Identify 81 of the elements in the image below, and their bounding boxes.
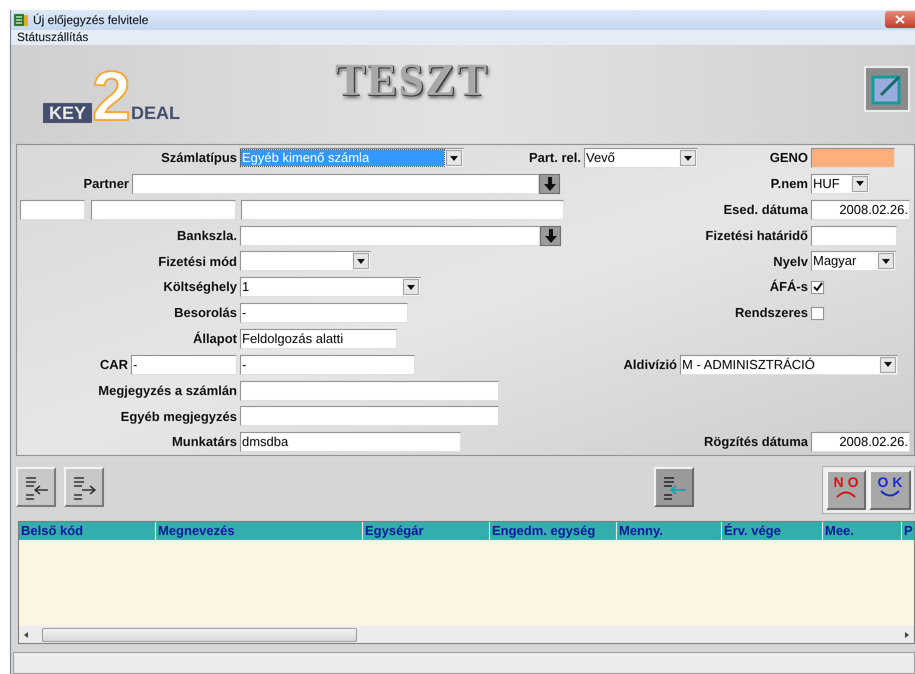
field-label: Nyelv <box>772 252 809 271</box>
text-field[interactable]: - <box>240 303 408 324</box>
window-title: Új előjegyzés felvitele <box>33 12 148 29</box>
edit-box-icon <box>871 73 903 106</box>
column-header[interactable]: Belső kód <box>19 522 155 540</box>
text-field[interactable]: 2008.02.26. <box>811 200 910 220</box>
ok-button[interactable]: OK <box>869 470 911 510</box>
text-field[interactable] <box>240 406 499 426</box>
text-field[interactable] <box>91 200 236 220</box>
toolbar-button[interactable] <box>16 466 56 507</box>
field-label: Besorolás <box>173 304 238 322</box>
dropdown[interactable] <box>240 251 371 272</box>
text-field[interactable] <box>241 200 564 220</box>
close-icon <box>895 15 905 24</box>
page-title: TESZT <box>334 52 488 107</box>
field-label: Rendszeres <box>734 304 809 322</box>
field-label: CAR <box>98 356 129 374</box>
text-field[interactable]: 2008.02.26. <box>811 432 910 452</box>
field-label: Partner <box>82 175 130 194</box>
logo: KEY 2DEAL <box>43 69 180 130</box>
field-label: Számlatípus <box>160 149 238 168</box>
field-label: Fizetési határidő <box>704 226 809 245</box>
field-label: GENO <box>768 149 809 168</box>
dropdown-arrow-icon <box>856 181 864 186</box>
dropdown[interactable]: Magyar <box>811 251 896 272</box>
field-label: P.nem <box>770 175 809 194</box>
column-header[interactable]: Menny. <box>617 522 721 540</box>
field-label: Part. rel. <box>528 149 582 168</box>
column-header[interactable]: Megnevezés <box>156 522 362 540</box>
dropdown-arrow-icon <box>884 362 892 368</box>
column-header[interactable]: Engedm. egység <box>490 522 616 540</box>
dropdown[interactable]: Vevő <box>584 148 698 168</box>
checkbox[interactable] <box>811 306 824 320</box>
field-label: Fizetési mód <box>157 252 238 271</box>
field-label: ÁFÁ-s <box>768 278 809 296</box>
column-header[interactable]: P <box>902 522 914 540</box>
menu-item[interactable]: Státuszállítás <box>17 28 88 46</box>
dropdown-arrow-icon <box>882 258 890 264</box>
field-label: Esed. dátuma <box>722 200 809 219</box>
field-label: Munkatárs <box>170 433 238 452</box>
dropdown-arrow-icon <box>407 284 415 290</box>
field-label: Egyéb megjegyzés <box>120 408 238 426</box>
dropdown[interactable]: HUF <box>811 174 870 194</box>
text-field[interactable] <box>132 174 539 194</box>
dropdown-arrow-icon <box>357 258 365 264</box>
lookup-button[interactable] <box>540 226 561 246</box>
column-header[interactable]: Egységár <box>363 522 489 540</box>
field-label: Költséghely <box>162 278 238 296</box>
down-arrow-icon <box>544 176 556 191</box>
smile-icon <box>879 490 901 498</box>
field-label: Állapot <box>192 330 238 348</box>
field-label: Bankszla. <box>176 226 238 245</box>
toolbar-button[interactable] <box>654 466 694 507</box>
text-field[interactable] <box>240 380 499 400</box>
column-header[interactable]: Érv. vége <box>722 522 822 540</box>
text-field[interactable] <box>811 226 897 246</box>
text-field[interactable]: - <box>131 354 237 375</box>
export-button[interactable] <box>864 66 910 112</box>
field-label: Aldivízió <box>622 356 678 374</box>
text-field[interactable]: dmsdba <box>240 432 461 452</box>
frown-icon <box>835 490 857 498</box>
lookup-button[interactable] <box>539 174 560 194</box>
toolbar-button[interactable] <box>64 466 104 507</box>
text-field[interactable]: Feldolgozás alatti <box>240 328 397 349</box>
checkbox[interactable] <box>811 280 824 294</box>
close-button[interactable] <box>885 11 915 28</box>
dropdown-arrow-icon <box>684 156 692 161</box>
text-field[interactable]: - <box>240 354 415 375</box>
column-header[interactable]: Mee. <box>823 522 901 540</box>
text-field[interactable] <box>240 226 540 246</box>
text-field[interactable] <box>20 200 85 220</box>
app-icon <box>13 12 29 28</box>
horizontal-scrollbar[interactable] <box>19 626 914 644</box>
dropdown[interactable]: 1 <box>240 277 421 298</box>
text-field[interactable] <box>811 148 895 168</box>
dropdown-arrow-icon <box>450 156 458 161</box>
field-label: Rögzítés dátuma <box>704 433 810 452</box>
field-label: Megjegyzés a számlán <box>97 382 238 400</box>
dropdown[interactable]: M - ADMINISZTRÁCIÓ <box>680 354 898 375</box>
scrollbar-thumb[interactable] <box>42 628 357 642</box>
down-arrow-icon <box>544 228 556 243</box>
